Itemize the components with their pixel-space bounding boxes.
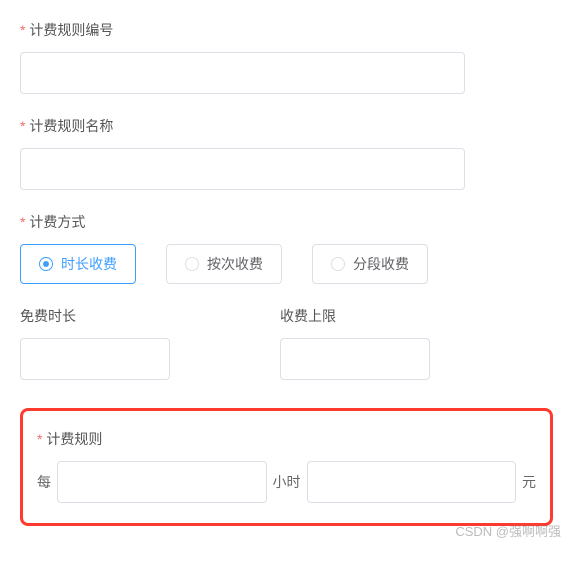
billing-rule-highlight: 计费规则 每 小时 元 (20, 408, 553, 526)
charge-cap-label: 收费上限 (280, 306, 430, 326)
billing-rule-label: 计费规则 (37, 429, 536, 449)
rule-prefix: 每 (37, 472, 51, 492)
free-duration-label: 免费时长 (20, 306, 170, 326)
radio-segment[interactable]: 分段收费 (312, 244, 428, 284)
radio-circle-icon (331, 257, 345, 271)
rule-name-input[interactable] (20, 148, 465, 190)
radio-duration-label: 时长收费 (61, 254, 117, 274)
radio-per-time[interactable]: 按次收费 (166, 244, 282, 284)
radio-per-time-label: 按次收费 (207, 254, 263, 274)
rule-hours-input[interactable] (57, 461, 267, 503)
free-duration-input[interactable] (20, 338, 170, 380)
radio-circle-icon (39, 257, 53, 271)
charge-cap-input[interactable] (280, 338, 430, 380)
billing-rule-row: 每 小时 元 (37, 461, 536, 503)
radio-duration[interactable]: 时长收费 (20, 244, 136, 284)
rule-no-label: 计费规则编号 (20, 20, 553, 40)
billing-method-group: 时长收费 按次收费 分段收费 (20, 244, 553, 284)
radio-segment-label: 分段收费 (353, 254, 409, 274)
billing-method-label: 计费方式 (20, 212, 553, 232)
rule-no-input[interactable] (20, 52, 465, 94)
rule-unit-yuan: 元 (522, 472, 536, 492)
radio-circle-icon (185, 257, 199, 271)
rule-name-label: 计费规则名称 (20, 116, 553, 136)
rule-unit-hours: 小时 (273, 472, 301, 492)
rule-amount-input[interactable] (307, 461, 517, 503)
